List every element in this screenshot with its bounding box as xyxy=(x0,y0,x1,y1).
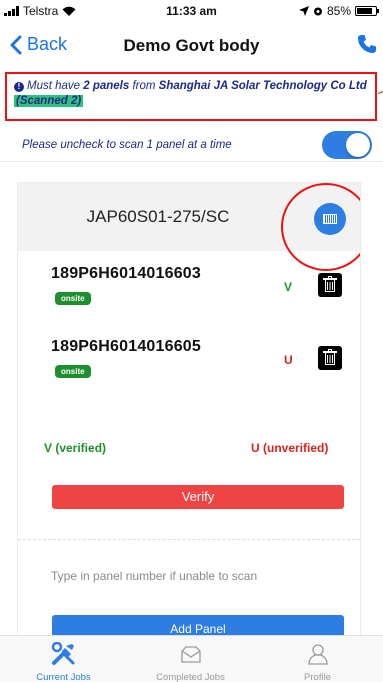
panel-status: U xyxy=(284,353,293,367)
status-right: 85% xyxy=(298,4,379,18)
toggle-knob xyxy=(346,133,370,157)
panel-card: JAP60S01-275/SC 189P6H6014016603 onsite … xyxy=(17,182,361,642)
onsite-badge: onsite xyxy=(55,292,91,305)
model-name: JAP60S01-275/SC xyxy=(86,207,230,226)
battery-percent: 85% xyxy=(326,4,351,18)
notice-middle: from xyxy=(129,80,159,92)
panel-number-input[interactable] xyxy=(51,561,341,591)
panel-status: V xyxy=(284,280,293,294)
page-title: Demo Govt body xyxy=(123,36,260,55)
annotation-arrow xyxy=(378,90,383,95)
call-button[interactable] xyxy=(357,34,379,56)
panel-row: 189P6H6014016605 onsite U xyxy=(18,338,360,398)
delete-panel-button[interactable] xyxy=(318,346,342,370)
verify-button[interactable]: Verify xyxy=(52,485,344,509)
tab-label: Completed Jobs xyxy=(156,672,225,682)
section-divider xyxy=(18,539,360,540)
panel-serial: 189P6H6014016603 xyxy=(51,265,202,282)
info-icon: ! xyxy=(14,82,24,92)
legend-unverified: U (unverified) xyxy=(251,441,329,455)
scanned-count-badge: (Scanned 2) xyxy=(14,95,84,107)
notice-count: 2 panels xyxy=(83,80,130,92)
tab-completed-jobs[interactable]: Completed Jobs xyxy=(127,636,254,682)
notice-manufacturer: Shanghai JA Solar Technology Co Ltd xyxy=(158,80,367,92)
panel-serial: 189P6H6014016605 xyxy=(51,338,202,355)
onsite-badge: onsite xyxy=(55,365,91,378)
scan-mode-label: Please uncheck to scan 1 panel at a time xyxy=(22,139,232,151)
panel-requirement-notice: ! Must have 2 panels from Shanghai JA Sol… xyxy=(5,72,377,121)
alarm-icon xyxy=(313,7,322,16)
phone-icon xyxy=(358,35,376,53)
tab-label: Current Jobs xyxy=(36,672,91,682)
legend-verified: V (verified) xyxy=(44,441,107,455)
tools-icon xyxy=(51,642,74,665)
tab-label: Profile xyxy=(304,672,331,682)
tab-current-jobs[interactable]: Current Jobs xyxy=(0,636,127,682)
scan-mode-row: Please uncheck to scan 1 panel at a time xyxy=(0,130,383,162)
tab-profile[interactable]: Profile xyxy=(254,636,381,682)
envelope-icon xyxy=(180,646,201,663)
location-arrow-icon xyxy=(298,6,309,16)
delete-panel-button[interactable] xyxy=(318,273,342,297)
navigation-bar: Back Demo Govt body xyxy=(0,22,383,70)
notice-prefix: Must have xyxy=(27,80,84,92)
tab-bar: Current Jobs Completed Jobs Profile xyxy=(0,635,383,682)
battery-icon xyxy=(355,6,379,16)
multi-scan-toggle[interactable] xyxy=(322,131,372,159)
panel-row: 189P6H6014016603 onsite V xyxy=(18,265,360,325)
annotation-circle xyxy=(281,183,360,271)
person-icon xyxy=(307,644,328,665)
status-bar: Telstra 11:33 am 85% xyxy=(0,0,383,22)
